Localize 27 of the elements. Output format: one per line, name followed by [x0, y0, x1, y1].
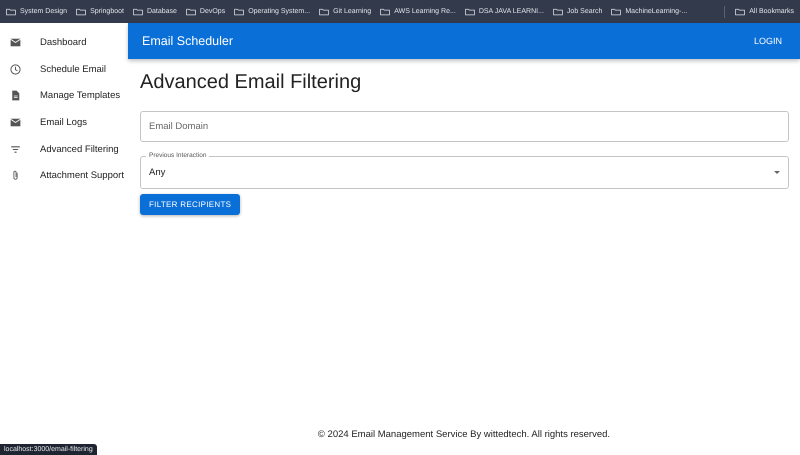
sidebar-item[interactable]: Email Logs: [0, 109, 128, 136]
folder-icon: [380, 8, 390, 16]
folder-icon: [611, 8, 622, 16]
clock-icon: [9, 62, 22, 76]
folder-icon: [552, 8, 563, 16]
folder-icon: [319, 8, 330, 16]
folder-icon: [76, 8, 86, 16]
envelope-icon: [9, 116, 22, 129]
folder-icon: [735, 8, 746, 16]
app-title: Email Scheduler: [142, 34, 234, 48]
login-button[interactable]: LOGIN: [754, 32, 782, 50]
email-domain-field[interactable]: Email Domain: [140, 111, 789, 142]
sidebar-item[interactable]: Manage Templates: [0, 82, 128, 110]
sidebar-item[interactable]: Advanced Filtering: [0, 136, 128, 162]
page-title: Advanced Email Filtering: [140, 71, 362, 94]
caret-icon: [774, 171, 780, 174]
footer-text: © 2024 Email Management Service By wittedtech. All rights reserved.: [316, 429, 612, 442]
sidebar-item[interactable]: Dashboard: [0, 29, 128, 56]
envelope-icon: [9, 36, 22, 49]
folder-icon: [6, 8, 16, 16]
folder-icon: [234, 8, 244, 16]
sidebar-item[interactable]: Attachment Support: [0, 162, 128, 190]
folder-icon: [132, 8, 143, 16]
folder-icon: [186, 8, 196, 16]
sidebar-item[interactable]: Schedule Email: [0, 56, 128, 82]
folder-icon: [464, 8, 475, 16]
filter-recipients-button[interactable]: FILTER RECIPIENTS: [140, 194, 240, 215]
